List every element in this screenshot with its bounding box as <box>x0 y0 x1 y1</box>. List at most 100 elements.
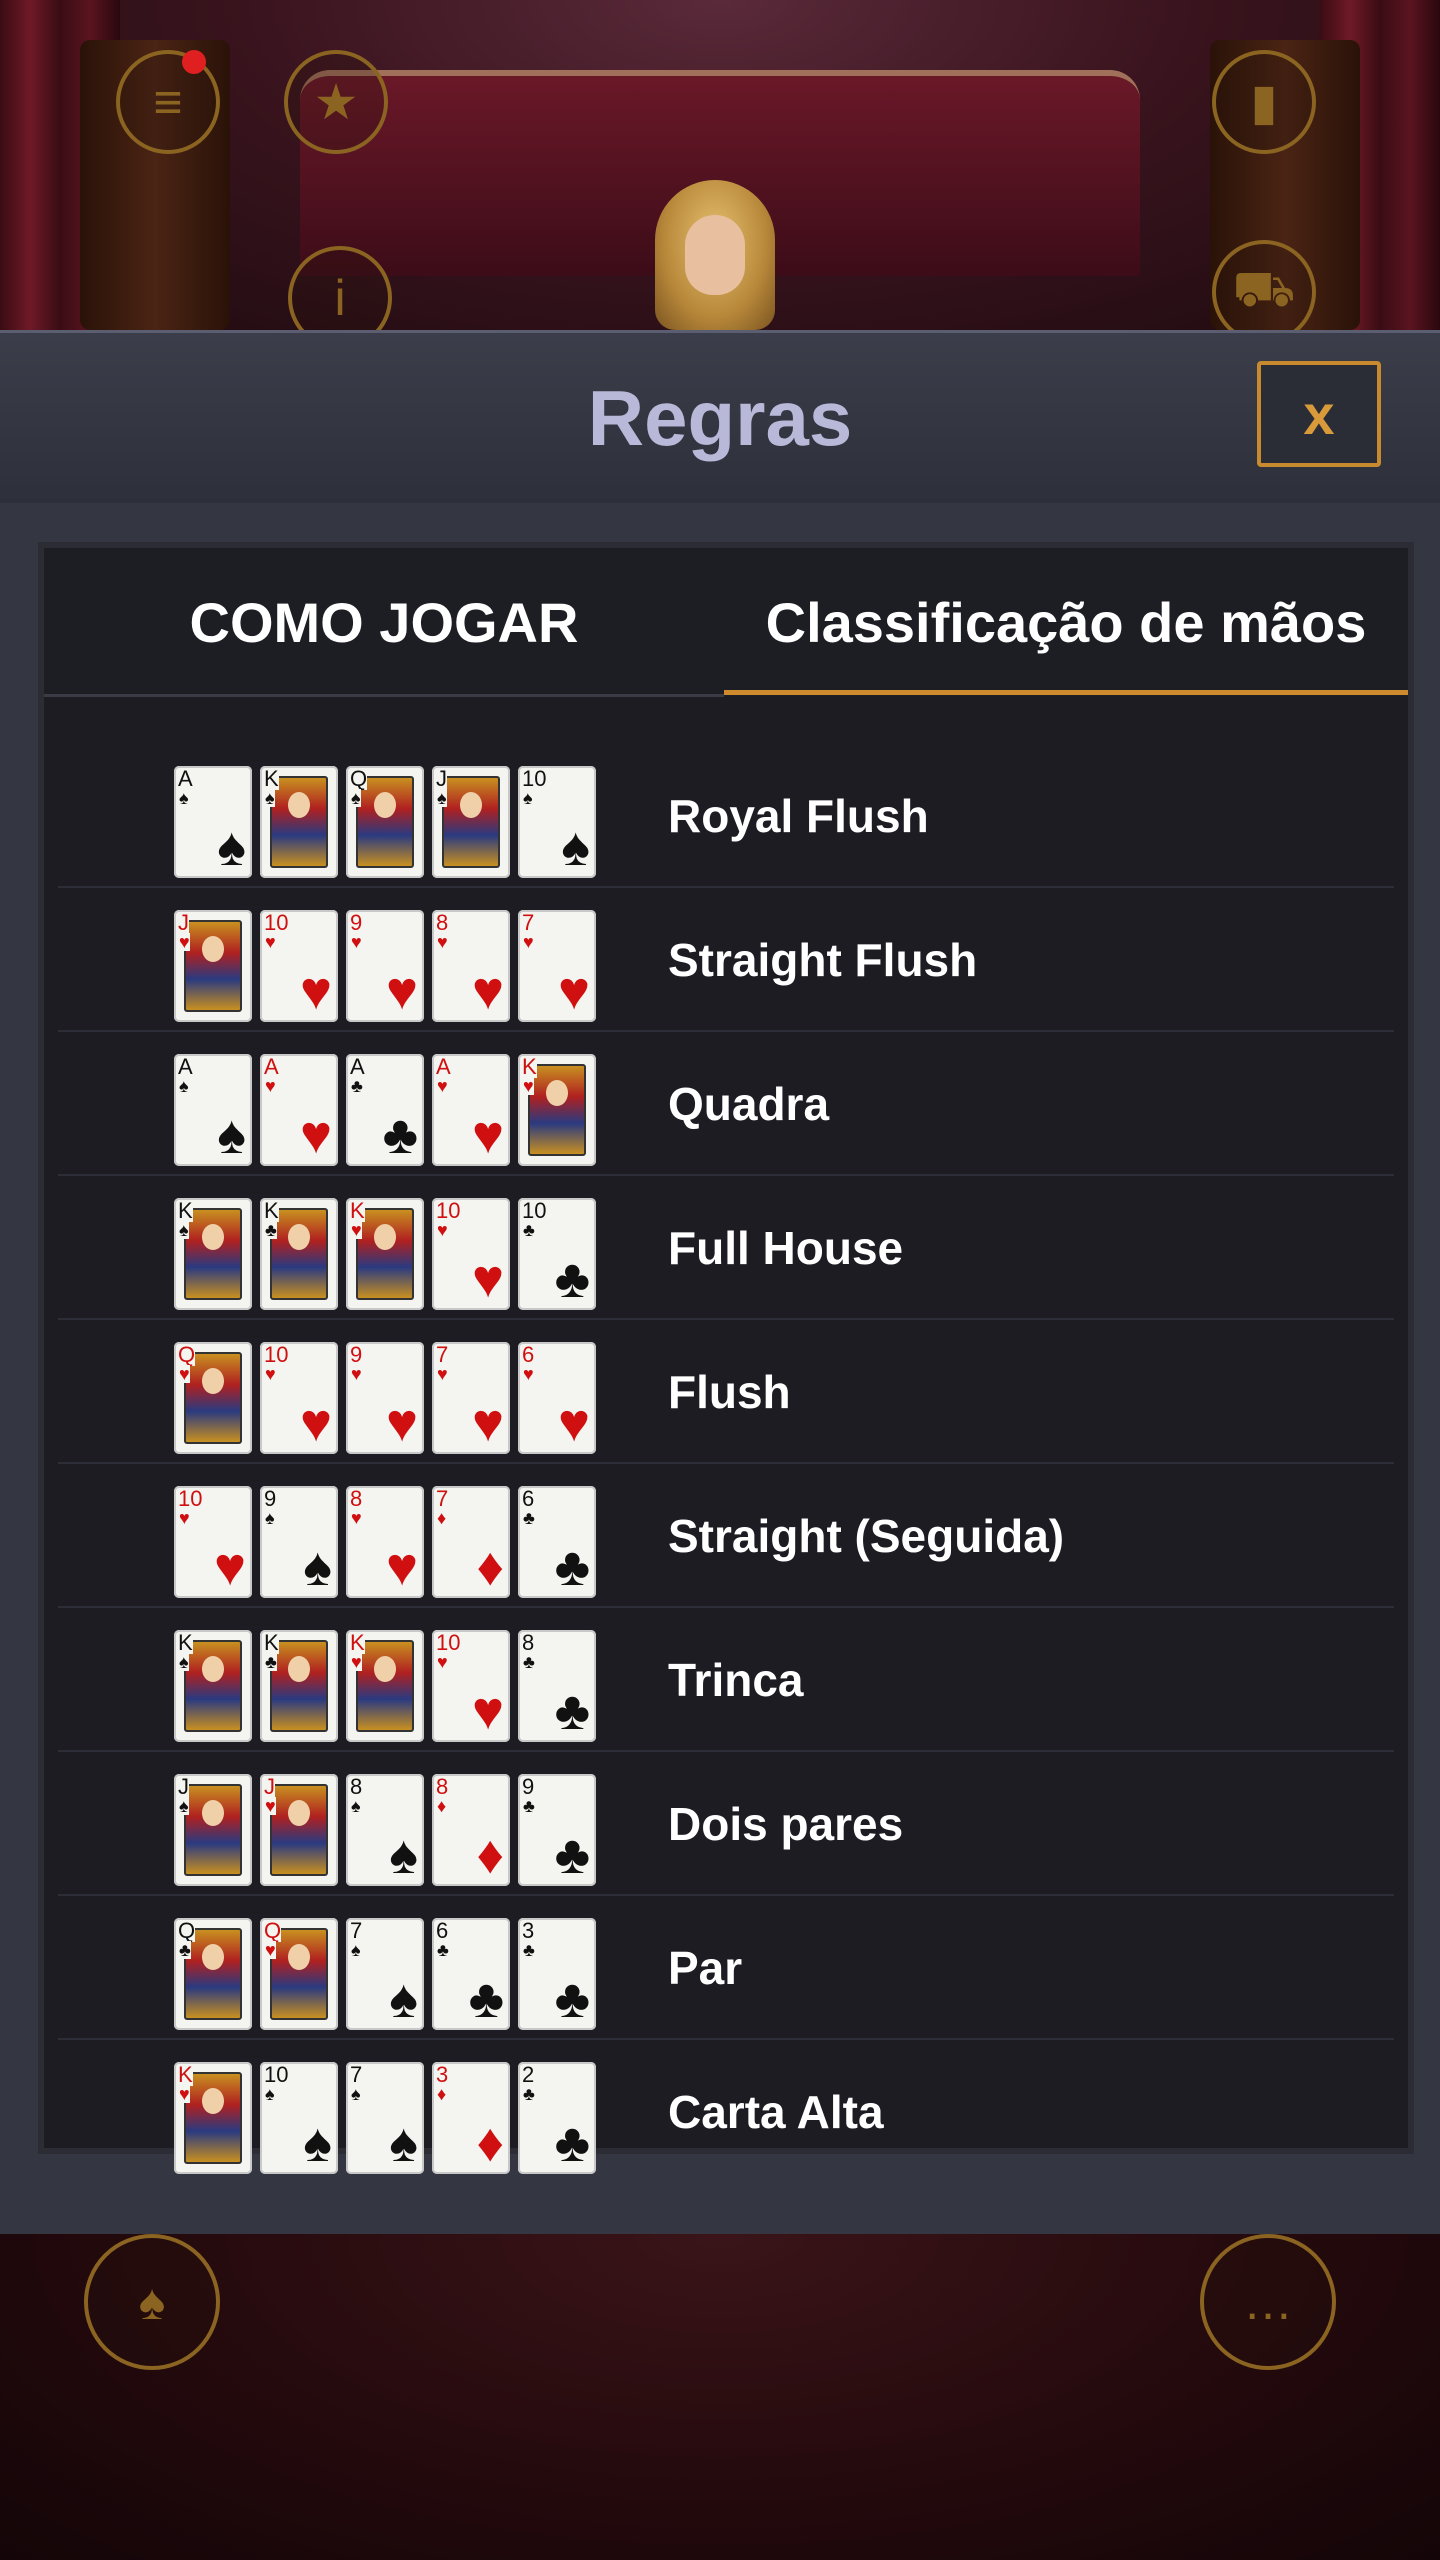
hand-row: J ♠ J ♥ 8 ♠ ♠ 8 ♦ ♦ 9 ♣ ♣ Dois pares <box>44 1752 1408 1896</box>
card-rank: K <box>178 2062 193 2087</box>
card-suit-small: ♥ <box>179 1508 190 1528</box>
playing-card: 10 ♥ ♥ <box>174 1486 252 1598</box>
card-rank: K <box>178 1630 193 1655</box>
card-suit-small: ♣ <box>437 1940 449 1960</box>
card-suit-small: ♥ <box>351 1508 362 1528</box>
card-rank: 10 <box>522 766 547 791</box>
hand-name: Carta Alta <box>668 2086 884 2138</box>
card-rank: 6 <box>436 1918 449 1943</box>
table-felt-background: ♠ … <box>0 2234 1440 2560</box>
chat-icon[interactable]: … <box>1200 2234 1336 2370</box>
playing-card: A ♥ ♥ <box>432 1054 510 1166</box>
card-suit-small: ♥ <box>179 2084 190 2104</box>
playing-card: 10 ♣ ♣ <box>518 1198 596 1310</box>
card-suit-small: ♦ <box>437 2084 447 2104</box>
card-suit-large: ♥ <box>471 1681 504 1741</box>
card-suit-large: ♦ <box>476 1537 504 1597</box>
hand-ranking-list[interactable]: A ♠ ♠ K ♠ Q ♠ J ♠ 10 ♠ ♠ Royal Flush J ♥ 10 ♥ ♥ 9 ♥ ♥ 8 ♥ ♥ 7 ♥ ♥ S… <box>44 744 1408 2184</box>
hand-row: Q ♣ Q ♥ 7 ♠ ♠ 6 ♣ ♣ 3 ♣ ♣ Par <box>44 1896 1408 2040</box>
card-suit-small: ♣ <box>523 1796 535 1816</box>
card-suit-small: ♠ <box>351 1940 361 1960</box>
card-rank: 2 <box>522 2062 535 2087</box>
playing-card: Q ♥ <box>260 1918 338 2030</box>
hand-name: Straight (Seguida) <box>668 1510 1065 1562</box>
card-rank: 7 <box>522 910 535 935</box>
playing-card: 8 ♦ ♦ <box>432 1774 510 1886</box>
card-suit-large: ♠ <box>389 2113 418 2173</box>
card-suit-small: ♠ <box>179 1220 189 1240</box>
cards-icon[interactable]: ♠ <box>84 2234 220 2370</box>
card-suit-small: ♣ <box>265 1652 277 1672</box>
playing-card: 7 ♥ ♥ <box>518 910 596 1022</box>
card-rank: A <box>436 1054 451 1079</box>
hand-row: J ♥ 10 ♥ ♥ 9 ♥ ♥ 8 ♥ ♥ 7 ♥ ♥ Straight Flush <box>44 888 1408 1032</box>
card-suit-small: ♥ <box>265 932 276 952</box>
playing-card: J ♠ <box>432 766 510 878</box>
card-rank: K <box>350 1630 365 1655</box>
hand-cards: J ♥ 10 ♥ ♥ 9 ♥ ♥ 8 ♥ ♥ 7 ♥ ♥ <box>174 910 596 1022</box>
card-suit-small: ♥ <box>351 1220 362 1240</box>
hand-cards: A ♠ ♠ A ♥ ♥ A ♣ ♣ A ♥ ♥ K ♥ <box>174 1054 596 1166</box>
card-rank: K <box>178 1198 193 1223</box>
playing-card: 8 ♣ ♣ <box>518 1630 596 1742</box>
hand-name: Royal Flush <box>668 790 929 842</box>
hand-cards: 10 ♥ ♥ 9 ♠ ♠ 8 ♥ ♥ 7 ♦ ♦ 6 ♣ ♣ <box>174 1486 596 1598</box>
card-suit-small: ♥ <box>523 1364 534 1384</box>
card-suit-large: ♥ <box>557 961 590 1021</box>
card-rank: 9 <box>350 1342 363 1367</box>
card-suit-small: ♠ <box>437 788 447 808</box>
playing-card: K ♣ <box>260 1630 338 1742</box>
tab-how-to-play[interactable]: COMO JOGAR <box>44 548 724 696</box>
face-card-portrait <box>184 920 242 1012</box>
card-rank: 6 <box>522 1342 535 1367</box>
playing-card: 10 ♠ ♠ <box>260 2062 338 2174</box>
face-card-portrait <box>442 776 500 868</box>
playing-card: 3 ♣ ♣ <box>518 1918 596 2030</box>
game-table-background: ≡ ★ ▮ i ⛟ <box>0 0 1440 330</box>
playing-card: 10 ♥ ♥ <box>432 1198 510 1310</box>
modal-title: Regras <box>587 374 853 462</box>
tab-hand-rankings[interactable]: Classificação de mãos <box>724 548 1408 696</box>
hand-cards: J ♠ J ♥ 8 ♠ ♠ 8 ♦ ♦ 9 ♣ ♣ <box>174 1774 596 1886</box>
hand-cards: A ♠ ♠ K ♠ Q ♠ J ♠ 10 ♠ ♠ <box>174 766 596 878</box>
notification-dot <box>182 50 206 74</box>
card-suit-small: ♣ <box>523 1220 535 1240</box>
hand-name: Flush <box>668 1366 791 1418</box>
card-suit-large: ♣ <box>554 1249 590 1309</box>
card-rank: 7 <box>350 2062 363 2087</box>
tab-divider <box>44 694 724 697</box>
playing-card: 8 ♠ ♠ <box>346 1774 424 1886</box>
card-rank: 3 <box>436 2062 449 2087</box>
close-button[interactable]: x <box>1257 361 1381 467</box>
card-suit-small: ♥ <box>437 1364 448 1384</box>
face-card-portrait <box>184 1784 242 1876</box>
playing-card: 7 ♥ ♥ <box>432 1342 510 1454</box>
stats-icon[interactable]: ▮ <box>1212 50 1316 154</box>
card-suit-small: ♥ <box>437 1076 448 1096</box>
card-rank: A <box>178 1054 193 1079</box>
card-suit-large: ♥ <box>557 1393 590 1453</box>
card-suit-small: ♥ <box>265 1076 276 1096</box>
card-suit-large: ♥ <box>213 1537 246 1597</box>
hand-cards: K ♠ K ♣ K ♥ 10 ♥ ♥ 10 ♣ ♣ <box>174 1198 596 1310</box>
playing-card: 10 ♥ ♥ <box>432 1630 510 1742</box>
card-suit-small: ♦ <box>437 1508 447 1528</box>
playing-card: 2 ♣ ♣ <box>518 2062 596 2174</box>
card-rank: K <box>264 1198 279 1223</box>
hand-row: A ♠ ♠ K ♠ Q ♠ J ♠ 10 ♠ ♠ Royal Flush <box>44 744 1408 888</box>
card-rank: 8 <box>436 910 449 935</box>
card-rank: Q <box>178 1342 196 1367</box>
hand-name: Straight Flush <box>668 934 978 986</box>
favorites-icon[interactable]: ★ <box>284 50 388 154</box>
card-suit-large: ♦ <box>476 1825 504 1885</box>
card-suit-small: ♠ <box>179 1076 189 1096</box>
playing-card: 8 ♥ ♥ <box>432 910 510 1022</box>
card-suit-large: ♠ <box>217 1105 246 1165</box>
tab-bar: COMO JOGAR Classificação de mãos <box>44 548 1408 697</box>
playing-card: A ♥ ♥ <box>260 1054 338 1166</box>
playing-card: Q ♣ <box>174 1918 252 2030</box>
card-suit-large: ♥ <box>385 961 418 1021</box>
rules-content: COMO JOGAR Classificação de mãos A ♠ ♠ K ♠ Q ♠… <box>38 542 1414 2174</box>
card-suit-small: ♥ <box>179 1364 190 1384</box>
card-suit-large: ♥ <box>299 1393 332 1453</box>
